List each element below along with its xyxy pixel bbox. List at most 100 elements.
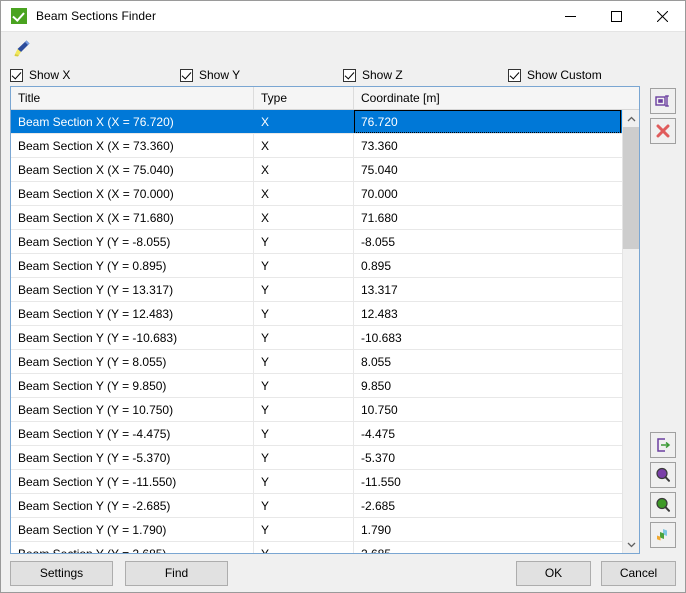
cell-coordinate[interactable]: 71.680: [354, 206, 622, 229]
maximize-icon[interactable]: [593, 1, 639, 32]
cell-coordinate[interactable]: 70.000: [354, 182, 622, 205]
checkbox-show-z[interactable]: Show Z: [343, 68, 508, 82]
cell-type[interactable]: X: [254, 134, 354, 157]
cell-title[interactable]: Beam Section Y (Y = -5.370): [11, 446, 254, 469]
table-row[interactable]: Beam Section Y (Y = -11.550)Y-11.550: [11, 470, 622, 494]
cell-coordinate[interactable]: 12.483: [354, 302, 622, 325]
cell-coordinate[interactable]: 2.685: [354, 542, 622, 553]
checkbox-show-x[interactable]: Show X: [10, 68, 180, 82]
cell-type[interactable]: Y: [254, 446, 354, 469]
cell-title[interactable]: Beam Section Y (Y = 13.317): [11, 278, 254, 301]
settings-button[interactable]: Settings: [10, 561, 113, 586]
minimize-icon[interactable]: [547, 1, 593, 32]
checkbox-show-x-box[interactable]: [10, 69, 23, 82]
cell-type[interactable]: Y: [254, 230, 354, 253]
cell-coordinate[interactable]: 13.317: [354, 278, 622, 301]
cell-coordinate[interactable]: 73.360: [354, 134, 622, 157]
cell-title[interactable]: Beam Section Y (Y = 10.750): [11, 398, 254, 421]
cell-type[interactable]: Y: [254, 254, 354, 277]
cell-title[interactable]: Beam Section Y (Y = 0.895): [11, 254, 254, 277]
cell-type[interactable]: X: [254, 158, 354, 181]
cell-coordinate[interactable]: -11.550: [354, 470, 622, 493]
table-row[interactable]: Beam Section Y (Y = -4.475)Y-4.475: [11, 422, 622, 446]
cell-type[interactable]: Y: [254, 278, 354, 301]
highlighter-pen-icon[interactable]: [9, 35, 35, 61]
cell-type[interactable]: X: [254, 206, 354, 229]
scrollbar-track[interactable]: [623, 127, 639, 536]
cell-title[interactable]: Beam Section Y (Y = 1.790): [11, 518, 254, 541]
cell-title[interactable]: Beam Section Y (Y = -2.685): [11, 494, 254, 517]
table-row[interactable]: Beam Section Y (Y = -8.055)Y-8.055: [11, 230, 622, 254]
column-header-type[interactable]: Type: [254, 87, 354, 109]
table-row[interactable]: Beam Section X (X = 76.720)X76.720: [11, 110, 622, 134]
cell-coordinate[interactable]: -4.475: [354, 422, 622, 445]
cell-type[interactable]: Y: [254, 422, 354, 445]
cell-title[interactable]: Beam Section Y (Y = -11.550): [11, 470, 254, 493]
checkbox-show-custom[interactable]: Show Custom: [508, 68, 602, 82]
cell-title[interactable]: Beam Section X (X = 71.680): [11, 206, 254, 229]
table-row[interactable]: Beam Section Y (Y = 2.685)Y2.685: [11, 542, 622, 553]
table-row[interactable]: Beam Section Y (Y = -10.683)Y-10.683: [11, 326, 622, 350]
cancel-button[interactable]: Cancel: [601, 561, 676, 586]
table-row[interactable]: Beam Section Y (Y = 13.317)Y13.317: [11, 278, 622, 302]
cell-title[interactable]: Beam Section X (X = 75.040): [11, 158, 254, 181]
cell-title[interactable]: Beam Section Y (Y = 2.685): [11, 542, 254, 553]
cell-type[interactable]: Y: [254, 518, 354, 541]
table-row[interactable]: Beam Section Y (Y = 9.850)Y9.850: [11, 374, 622, 398]
table-row[interactable]: Beam Section Y (Y = -5.370)Y-5.370: [11, 446, 622, 470]
table-vertical-scrollbar[interactable]: [622, 110, 639, 553]
table-row[interactable]: Beam Section X (X = 75.040)X75.040: [11, 158, 622, 182]
cell-coordinate[interactable]: -2.685: [354, 494, 622, 517]
cell-coordinate[interactable]: -10.683: [354, 326, 622, 349]
cell-coordinate[interactable]: 1.790: [354, 518, 622, 541]
find-button[interactable]: Find: [125, 561, 228, 586]
table-row[interactable]: Beam Section Y (Y = 0.895)Y0.895: [11, 254, 622, 278]
checkbox-show-y[interactable]: Show Y: [180, 68, 343, 82]
cell-title[interactable]: Beam Section X (X = 70.000): [11, 182, 254, 205]
table-row[interactable]: Beam Section Y (Y = 1.790)Y1.790: [11, 518, 622, 542]
cell-title[interactable]: Beam Section X (X = 76.720): [11, 110, 254, 133]
ok-button[interactable]: OK: [516, 561, 591, 586]
delete-red-x-icon[interactable]: [650, 118, 676, 144]
cell-type[interactable]: Y: [254, 470, 354, 493]
zoom-purple-icon[interactable]: [650, 462, 676, 488]
table-row[interactable]: Beam Section X (X = 70.000)X70.000: [11, 182, 622, 206]
cell-coordinate[interactable]: -5.370: [354, 446, 622, 469]
cell-title[interactable]: Beam Section Y (Y = -4.475): [11, 422, 254, 445]
cell-type[interactable]: X: [254, 110, 354, 133]
table-row[interactable]: Beam Section Y (Y = 12.483)Y12.483: [11, 302, 622, 326]
cell-type[interactable]: Y: [254, 302, 354, 325]
cell-coordinate[interactable]: 8.055: [354, 350, 622, 373]
cell-type[interactable]: X: [254, 182, 354, 205]
cell-title[interactable]: Beam Section Y (Y = 8.055): [11, 350, 254, 373]
cell-type[interactable]: Y: [254, 350, 354, 373]
cell-type[interactable]: Y: [254, 494, 354, 517]
cell-coordinate[interactable]: 10.750: [354, 398, 622, 421]
table-row[interactable]: Beam Section X (X = 71.680)X71.680: [11, 206, 622, 230]
table-row[interactable]: Beam Section X (X = 73.360)X73.360: [11, 134, 622, 158]
table-row[interactable]: Beam Section Y (Y = 10.750)Y10.750: [11, 398, 622, 422]
table-row[interactable]: Beam Section Y (Y = -2.685)Y-2.685: [11, 494, 622, 518]
scroll-down-arrow-icon[interactable]: [623, 536, 639, 553]
cell-title[interactable]: Beam Section Y (Y = 9.850): [11, 374, 254, 397]
cell-coordinate[interactable]: -8.055: [354, 230, 622, 253]
cell-type[interactable]: Y: [254, 374, 354, 397]
rename-label-icon[interactable]: [650, 88, 676, 114]
cell-title[interactable]: Beam Section Y (Y = -10.683): [11, 326, 254, 349]
cell-coordinate[interactable]: 76.720: [354, 110, 621, 133]
blocks-3d-icon[interactable]: [650, 522, 676, 548]
cell-title[interactable]: Beam Section X (X = 73.360): [11, 134, 254, 157]
cell-type[interactable]: Y: [254, 326, 354, 349]
cell-type[interactable]: Y: [254, 542, 354, 553]
column-header-coordinate[interactable]: Coordinate [m]: [354, 87, 639, 109]
checkbox-show-y-box[interactable]: [180, 69, 193, 82]
table-row[interactable]: Beam Section Y (Y = 8.055)Y8.055: [11, 350, 622, 374]
checkbox-show-z-box[interactable]: [343, 69, 356, 82]
insert-into-icon[interactable]: [650, 432, 676, 458]
cell-type[interactable]: Y: [254, 398, 354, 421]
zoom-green-icon[interactable]: [650, 492, 676, 518]
close-icon[interactable]: [639, 1, 685, 32]
scroll-up-arrow-icon[interactable]: [623, 110, 639, 127]
cell-coordinate[interactable]: 75.040: [354, 158, 622, 181]
scrollbar-thumb[interactable]: [623, 127, 639, 249]
